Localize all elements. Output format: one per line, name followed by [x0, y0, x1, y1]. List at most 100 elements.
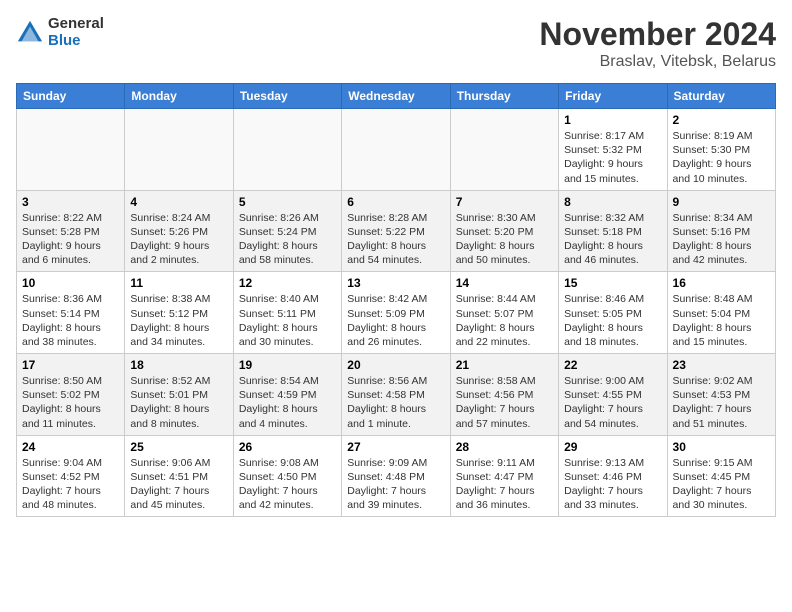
header: General Blue November 2024 Braslav, Vite…	[16, 16, 776, 71]
day-info: Sunrise: 8:48 AM Sunset: 5:04 PM Dayligh…	[673, 292, 770, 349]
day-number: 6	[347, 195, 444, 209]
day-info: Sunrise: 9:11 AM Sunset: 4:47 PM Dayligh…	[456, 456, 553, 513]
day-info: Sunrise: 8:17 AM Sunset: 5:32 PM Dayligh…	[564, 129, 661, 186]
calendar-cell: 11 Sunrise: 8:38 AM Sunset: 5:12 PM Dayli…	[125, 272, 233, 354]
col-header-wednesday: Wednesday	[342, 84, 450, 109]
day-info: Sunrise: 8:28 AM Sunset: 5:22 PM Dayligh…	[347, 211, 444, 268]
day-number: 2	[673, 113, 770, 127]
calendar: SundayMondayTuesdayWednesdayThursdayFrid…	[16, 83, 776, 517]
day-number: 16	[673, 276, 770, 290]
calendar-cell: 30 Sunrise: 9:15 AM Sunset: 4:45 PM Dayli…	[667, 435, 775, 517]
logo-general-text: General	[48, 16, 104, 33]
location-subtitle: Braslav, Vitebsk, Belarus	[539, 53, 776, 71]
col-header-sunday: Sunday	[17, 84, 125, 109]
calendar-cell: 17 Sunrise: 8:50 AM Sunset: 5:02 PM Dayli…	[17, 354, 125, 436]
calendar-cell: 19Sunrise: 8:54 AM Sunset: 4:59 PM Dayli…	[233, 354, 341, 436]
calendar-cell: 21 Sunrise: 8:58 AM Sunset: 4:56 PM Dayli…	[450, 354, 558, 436]
day-number: 12	[239, 276, 336, 290]
day-number: 14	[456, 276, 553, 290]
calendar-cell: 15 Sunrise: 8:46 AM Sunset: 5:05 PM Dayli…	[559, 272, 667, 354]
day-number: 5	[239, 195, 336, 209]
day-info: Sunrise: 8:46 AM Sunset: 5:05 PM Dayligh…	[564, 292, 661, 349]
day-number: 25	[130, 440, 227, 454]
day-info: Sunrise: 9:09 AM Sunset: 4:48 PM Dayligh…	[347, 456, 444, 513]
calendar-cell: 5Sunrise: 8:26 AM Sunset: 5:24 PM Daylig…	[233, 190, 341, 272]
title-area: November 2024 Braslav, Vitebsk, Belarus	[539, 16, 776, 71]
calendar-cell	[233, 109, 341, 191]
day-number: 24	[22, 440, 119, 454]
calendar-cell: 9 Sunrise: 8:34 AM Sunset: 5:16 PM Daylig…	[667, 190, 775, 272]
day-info: Sunrise: 9:00 AM Sunset: 4:55 PM Dayligh…	[564, 374, 661, 431]
week-row-1: 1 Sunrise: 8:17 AM Sunset: 5:32 PM Daylig…	[17, 109, 776, 191]
day-number: 28	[456, 440, 553, 454]
day-info: Sunrise: 8:50 AM Sunset: 5:02 PM Dayligh…	[22, 374, 119, 431]
calendar-cell: 6 Sunrise: 8:28 AM Sunset: 5:22 PM Daylig…	[342, 190, 450, 272]
day-info: Sunrise: 8:30 AM Sunset: 5:20 PM Dayligh…	[456, 211, 553, 268]
day-number: 17	[22, 358, 119, 372]
calendar-cell: 27 Sunrise: 9:09 AM Sunset: 4:48 PM Dayli…	[342, 435, 450, 517]
week-row-3: 10 Sunrise: 8:36 AM Sunset: 5:14 PM Dayli…	[17, 272, 776, 354]
day-number: 21	[456, 358, 553, 372]
day-info: Sunrise: 8:32 AM Sunset: 5:18 PM Dayligh…	[564, 211, 661, 268]
day-number: 29	[564, 440, 661, 454]
calendar-cell: 16 Sunrise: 8:48 AM Sunset: 5:04 PM Dayli…	[667, 272, 775, 354]
col-header-friday: Friday	[559, 84, 667, 109]
month-title: November 2024	[539, 16, 776, 53]
day-info: Sunrise: 8:36 AM Sunset: 5:14 PM Dayligh…	[22, 292, 119, 349]
day-number: 4	[130, 195, 227, 209]
day-number: 9	[673, 195, 770, 209]
calendar-cell: 1 Sunrise: 8:17 AM Sunset: 5:32 PM Daylig…	[559, 109, 667, 191]
day-info: Sunrise: 9:08 AM Sunset: 4:50 PM Dayligh…	[239, 456, 336, 513]
calendar-cell	[450, 109, 558, 191]
calendar-cell: 7 Sunrise: 8:30 AM Sunset: 5:20 PM Daylig…	[450, 190, 558, 272]
day-info: Sunrise: 9:13 AM Sunset: 4:46 PM Dayligh…	[564, 456, 661, 513]
day-number: 22	[564, 358, 661, 372]
day-number: 30	[673, 440, 770, 454]
calendar-cell: 24 Sunrise: 9:04 AM Sunset: 4:52 PM Dayli…	[17, 435, 125, 517]
day-number: 3	[22, 195, 119, 209]
calendar-cell: 4 Sunrise: 8:24 AM Sunset: 5:26 PM Daylig…	[125, 190, 233, 272]
calendar-cell: 8Sunrise: 8:32 AM Sunset: 5:18 PM Daylig…	[559, 190, 667, 272]
day-info: Sunrise: 9:02 AM Sunset: 4:53 PM Dayligh…	[673, 374, 770, 431]
col-header-tuesday: Tuesday	[233, 84, 341, 109]
calendar-cell: 10 Sunrise: 8:36 AM Sunset: 5:14 PM Dayli…	[17, 272, 125, 354]
day-number: 7	[456, 195, 553, 209]
logo-text: General Blue	[48, 16, 104, 49]
calendar-cell: 26 Sunrise: 9:08 AM Sunset: 4:50 PM Dayli…	[233, 435, 341, 517]
day-number: 27	[347, 440, 444, 454]
day-number: 15	[564, 276, 661, 290]
calendar-cell: 20 Sunrise: 8:56 AM Sunset: 4:58 PM Dayli…	[342, 354, 450, 436]
calendar-cell: 22 Sunrise: 9:00 AM Sunset: 4:55 PM Dayli…	[559, 354, 667, 436]
day-number: 20	[347, 358, 444, 372]
calendar-cell: 3 Sunrise: 8:22 AM Sunset: 5:28 PM Daylig…	[17, 190, 125, 272]
day-number: 11	[130, 276, 227, 290]
week-row-5: 24 Sunrise: 9:04 AM Sunset: 4:52 PM Dayli…	[17, 435, 776, 517]
day-info: Sunrise: 8:44 AM Sunset: 5:07 PM Dayligh…	[456, 292, 553, 349]
logo-icon	[16, 19, 44, 47]
logo: General Blue	[16, 16, 104, 49]
col-header-thursday: Thursday	[450, 84, 558, 109]
day-info: Sunrise: 8:24 AM Sunset: 5:26 PM Dayligh…	[130, 211, 227, 268]
day-info: Sunrise: 8:22 AM Sunset: 5:28 PM Dayligh…	[22, 211, 119, 268]
day-info: Sunrise: 8:34 AM Sunset: 5:16 PM Dayligh…	[673, 211, 770, 268]
day-info: Sunrise: 8:52 AM Sunset: 5:01 PM Dayligh…	[130, 374, 227, 431]
day-info: Sunrise: 9:15 AM Sunset: 4:45 PM Dayligh…	[673, 456, 770, 513]
logo-blue-text: Blue	[48, 33, 104, 50]
day-info: Sunrise: 8:54 AM Sunset: 4:59 PM Dayligh…	[239, 374, 336, 431]
calendar-cell: 12Sunrise: 8:40 AM Sunset: 5:11 PM Dayli…	[233, 272, 341, 354]
calendar-cell: 13Sunrise: 8:42 AM Sunset: 5:09 PM Dayli…	[342, 272, 450, 354]
week-row-4: 17 Sunrise: 8:50 AM Sunset: 5:02 PM Dayli…	[17, 354, 776, 436]
day-info: Sunrise: 8:38 AM Sunset: 5:12 PM Dayligh…	[130, 292, 227, 349]
day-number: 10	[22, 276, 119, 290]
calendar-cell	[342, 109, 450, 191]
calendar-cell: 29 Sunrise: 9:13 AM Sunset: 4:46 PM Dayli…	[559, 435, 667, 517]
calendar-cell	[17, 109, 125, 191]
day-number: 26	[239, 440, 336, 454]
col-header-monday: Monday	[125, 84, 233, 109]
day-info: Sunrise: 9:04 AM Sunset: 4:52 PM Dayligh…	[22, 456, 119, 513]
day-info: Sunrise: 8:56 AM Sunset: 4:58 PM Dayligh…	[347, 374, 444, 431]
day-info: Sunrise: 8:42 AM Sunset: 5:09 PM Dayligh…	[347, 292, 444, 349]
day-info: Sunrise: 8:58 AM Sunset: 4:56 PM Dayligh…	[456, 374, 553, 431]
day-number: 1	[564, 113, 661, 127]
calendar-cell: 14 Sunrise: 8:44 AM Sunset: 5:07 PM Dayli…	[450, 272, 558, 354]
